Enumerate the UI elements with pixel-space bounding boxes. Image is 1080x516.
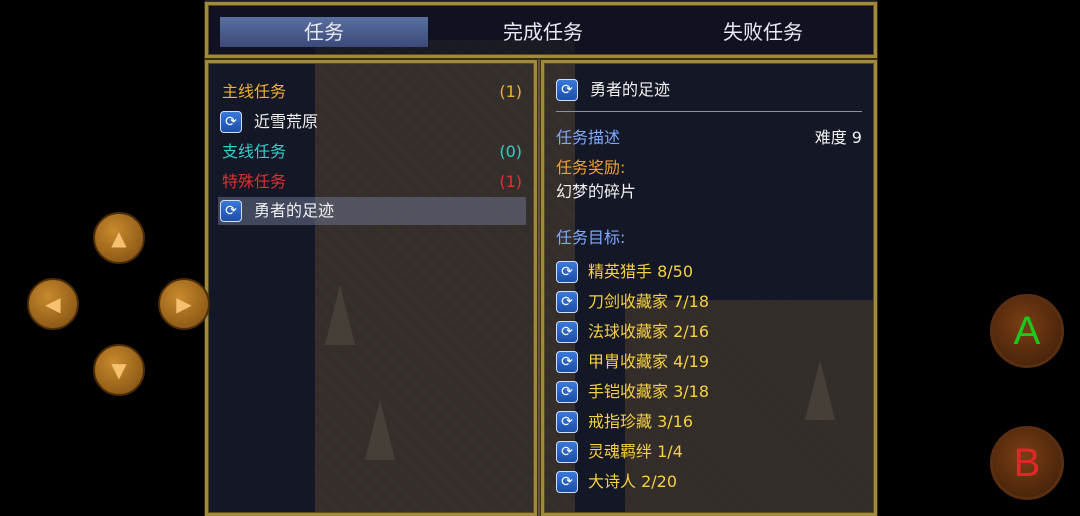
goal-refresh-icon: ⟳ bbox=[556, 471, 578, 493]
goal-item[interactable]: ⟳ 灵魂羁绊 1/4 bbox=[556, 439, 856, 465]
arrow-right-icon: ▶ bbox=[176, 292, 192, 316]
goal-refresh-icon: ⟳ bbox=[556, 411, 578, 433]
category-side[interactable]: 支线任务 (0) bbox=[222, 139, 522, 165]
b-button[interactable]: B bbox=[990, 426, 1064, 500]
goal-item[interactable]: ⟳ 戒指珍藏 3/16 bbox=[556, 409, 856, 435]
quest-description-row: 任务描述 难度 9 bbox=[556, 125, 862, 151]
quest-description-label: 任务描述 bbox=[556, 128, 621, 147]
dpad-right-button[interactable]: ▶ bbox=[158, 278, 210, 330]
goal-refresh-icon: ⟳ bbox=[556, 321, 578, 343]
goal-item[interactable]: ⟳ 大诗人 2/20 bbox=[556, 469, 856, 495]
goal-item[interactable]: ⟳ 手铠收藏家 3/18 bbox=[556, 379, 856, 405]
goal-item[interactable]: ⟳ 法球收藏家 2/16 bbox=[556, 319, 856, 345]
goal-refresh-icon: ⟳ bbox=[556, 261, 578, 283]
quest-reward-value: 幻梦的碎片 bbox=[556, 182, 637, 201]
arrow-down-icon: ▼ bbox=[111, 358, 127, 382]
goal-item[interactable]: ⟳ 刀剑收藏家 7/18 bbox=[556, 289, 856, 315]
goal-item-label: 精英猎手 8/50 bbox=[588, 262, 694, 281]
category-main-count: (1) bbox=[499, 82, 522, 101]
goal-item[interactable]: ⟳ 甲胄收藏家 4/19 bbox=[556, 349, 856, 375]
goal-item-label: 刀剑收藏家 7/18 bbox=[588, 292, 710, 311]
arrow-up-icon: ▲ bbox=[111, 226, 127, 250]
quest-reward-label: 任务奖励: bbox=[556, 158, 626, 177]
dpad-down-button[interactable]: ▼ bbox=[93, 344, 145, 396]
quest-refresh-icon: ⟳ bbox=[556, 79, 578, 101]
divider bbox=[556, 111, 862, 112]
quest-title-text: 勇者的足迹 bbox=[590, 80, 671, 99]
quest-list-panel: 主线任务 (1) ⟳ 近雪荒原 支线任务 (0) 特殊任务 (1) ⟳ 勇者的足… bbox=[205, 60, 537, 516]
goal-item-label: 灵魂羁绊 1/4 bbox=[588, 442, 683, 461]
category-special[interactable]: 特殊任务 (1) bbox=[222, 169, 522, 195]
category-special-count: (1) bbox=[499, 172, 522, 191]
goal-item-label: 甲胄收藏家 4/19 bbox=[588, 352, 710, 371]
category-main[interactable]: 主线任务 (1) bbox=[222, 79, 522, 105]
goal-item-label: 戒指珍藏 3/16 bbox=[588, 412, 694, 431]
category-side-label: 支线任务 bbox=[222, 142, 287, 161]
goal-refresh-icon: ⟳ bbox=[556, 291, 578, 313]
quest-item-selected[interactable]: ⟳ 勇者的足迹 bbox=[218, 197, 526, 225]
tab-failed-quests[interactable]: 失败任务 bbox=[668, 17, 858, 47]
goal-refresh-icon: ⟳ bbox=[556, 351, 578, 373]
goal-item-label: 大诗人 2/20 bbox=[588, 472, 678, 491]
quest-item-label: 近雪荒原 bbox=[254, 112, 319, 131]
category-special-label: 特殊任务 bbox=[222, 172, 287, 191]
goal-item[interactable]: ⟳ 精英猎手 8/50 bbox=[556, 259, 856, 285]
difficulty-label: 难度 9 bbox=[814, 128, 862, 147]
goal-refresh-icon: ⟳ bbox=[556, 381, 578, 403]
quest-title: ⟳ 勇者的足迹 bbox=[556, 77, 856, 103]
quest-refresh-icon: ⟳ bbox=[220, 111, 242, 133]
quest-detail-panel: ⟳ 勇者的足迹 任务描述 难度 9 任务奖励: 幻梦的碎片 任务目标: ⟳ 精英… bbox=[541, 60, 877, 516]
b-button-label: B bbox=[1013, 440, 1041, 485]
category-main-label: 主线任务 bbox=[222, 82, 287, 101]
quest-item[interactable]: ⟳ 近雪荒原 bbox=[220, 109, 520, 135]
tab-quests[interactable]: 任务 bbox=[220, 17, 428, 47]
arrow-left-icon: ◀ bbox=[45, 292, 61, 316]
goal-item-label: 手铠收藏家 3/18 bbox=[588, 382, 710, 401]
goal-refresh-icon: ⟳ bbox=[556, 441, 578, 463]
goal-item-label: 法球收藏家 2/16 bbox=[588, 322, 710, 341]
quest-item-label: 勇者的足迹 bbox=[254, 201, 335, 220]
dpad-up-button[interactable]: ▲ bbox=[93, 212, 145, 264]
tab-bar: 任务 完成任务 失败任务 bbox=[205, 2, 877, 58]
dpad-left-button[interactable]: ◀ bbox=[27, 278, 79, 330]
tab-completed-quests[interactable]: 完成任务 bbox=[448, 17, 638, 47]
category-side-count: (0) bbox=[499, 142, 522, 161]
quest-goal-label: 任务目标: bbox=[556, 228, 626, 247]
a-button[interactable]: A bbox=[990, 294, 1064, 368]
a-button-label: A bbox=[1013, 308, 1041, 353]
quest-refresh-icon: ⟳ bbox=[220, 200, 242, 222]
